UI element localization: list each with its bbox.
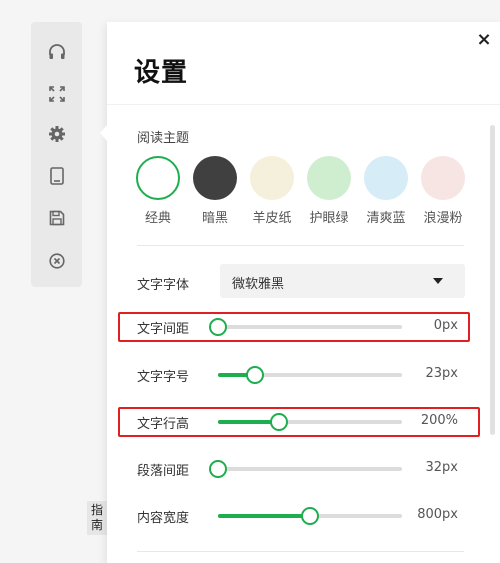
slider-thumb[interactable]: [209, 460, 227, 478]
slider-thumb[interactable]: [245, 366, 264, 384]
guide-tab[interactable]: 指 南: [87, 501, 107, 535]
bottom-divider: [137, 551, 464, 552]
annotation-highlight-box: [118, 407, 480, 437]
theme-option[interactable]: 羊皮纸: [250, 156, 294, 226]
theme-swatch[interactable]: [307, 156, 351, 200]
slider-label: 段落间距: [137, 464, 190, 479]
font-select[interactable]: 微软雅黑: [220, 264, 465, 298]
theme-option[interactable]: 经典: [136, 156, 180, 226]
slider-track[interactable]: [209, 460, 402, 478]
slider-fill: [218, 514, 310, 518]
panel-pointer: [100, 124, 108, 142]
theme-swatch[interactable]: [136, 156, 180, 200]
slider-track[interactable]: [218, 366, 402, 384]
theme-label: 暗黑: [201, 211, 228, 226]
page-title: 设置: [134, 58, 189, 88]
guide-label-1: 指: [90, 503, 103, 517]
side-toolbar: [31, 22, 82, 287]
slider-label: 内容宽度: [137, 511, 190, 526]
close-button[interactable]: ×: [476, 30, 492, 50]
tablet-icon[interactable]: [31, 161, 82, 191]
slider-value: 23px: [425, 366, 459, 381]
font-select-value: 微软雅黑: [232, 277, 285, 292]
theme-label: 经典: [144, 211, 171, 226]
save-icon[interactable]: [31, 203, 82, 233]
headphones-icon[interactable]: [31, 37, 82, 67]
slider-value: 800px: [417, 507, 458, 522]
theme-option[interactable]: 清爽蓝: [364, 156, 408, 226]
theme-label: 护眼绿: [309, 211, 349, 226]
font-label: 文字字体: [137, 278, 190, 293]
theme-label: 清爽蓝: [366, 211, 406, 226]
theme-option[interactable]: 护眼绿: [307, 156, 351, 226]
slider-label: 文字字号: [137, 370, 190, 385]
scrollbar[interactable]: [490, 125, 495, 435]
slider-track[interactable]: [218, 507, 402, 525]
annotation-highlight-box: [118, 312, 470, 342]
theme-option[interactable]: 暗黑: [193, 156, 237, 226]
theme-divider: [137, 245, 464, 246]
theme-section-label: 阅读主题: [137, 131, 190, 146]
theme-swatch[interactable]: [421, 156, 465, 200]
theme-swatch[interactable]: [364, 156, 408, 200]
fullscreen-icon[interactable]: [31, 79, 82, 109]
theme-label: 羊皮纸: [252, 211, 292, 226]
slider-thumb[interactable]: [301, 507, 319, 525]
theme-option[interactable]: 浪漫粉: [421, 156, 465, 226]
slider-value: 32px: [425, 460, 459, 475]
close-circle-icon[interactable]: [31, 246, 82, 276]
theme-swatch[interactable]: [250, 156, 294, 200]
header-divider: [107, 104, 500, 105]
chevron-down-icon: [433, 278, 443, 284]
gear-icon[interactable]: [31, 119, 82, 149]
guide-label-2: 南: [90, 518, 103, 532]
theme-label: 浪漫粉: [423, 211, 463, 226]
theme-swatch[interactable]: [193, 156, 237, 200]
